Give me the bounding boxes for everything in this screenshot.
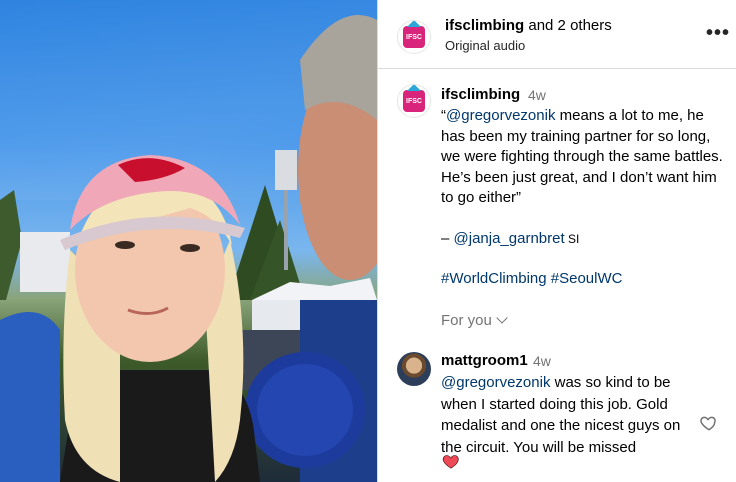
header-author: ifsclimbing and 2 others — [445, 17, 612, 34]
red-heart-icon — [442, 455, 459, 469]
header-collaborators[interactable]: and 2 others — [528, 17, 611, 34]
comment-time[interactable]: 4w — [533, 353, 551, 369]
mention-link[interactable]: @janja_garnbret — [454, 230, 565, 247]
caption-hashtags: #WorldClimbing #SeoulWC — [441, 269, 731, 290]
ifsc-logo-icon: IFSC — [403, 85, 425, 112]
for-you-label: For you — [441, 312, 492, 329]
caption-credit: – @janja_garnbret SI — [441, 229, 731, 250]
hashtag-link[interactable]: #SeoulWC — [551, 270, 623, 287]
mention-link[interactable]: @gregorvezonik — [446, 107, 555, 124]
reel-video[interactable] — [0, 0, 377, 482]
caption-time[interactable]: 4w — [528, 87, 546, 103]
dash: – — [441, 229, 454, 247]
more-horizontal-icon[interactable]: ••• — [706, 22, 730, 45]
chevron-down-icon — [496, 312, 508, 324]
for-you-dropdown[interactable]: For you — [441, 312, 508, 329]
post-header: IFSC ifsclimbing and 2 others Original a… — [378, 0, 736, 69]
caption-text: “@gregorvezonik means a lot to me, he ha… — [441, 106, 731, 290]
post-panel: IFSC ifsclimbing and 2 others Original a… — [378, 0, 736, 482]
like-heart-icon[interactable] — [700, 414, 718, 432]
comment-text: @gregorvezonik was so kind to be when I … — [441, 372, 699, 458]
audio-label[interactable]: Original audio — [445, 38, 525, 53]
hashtag-link[interactable]: #WorldClimbing — [441, 270, 547, 287]
caption-quote: “@gregorvezonik means a lot to me, he ha… — [441, 106, 731, 209]
ifsc-logo-icon: IFSC — [403, 21, 425, 48]
caption-username[interactable]: ifsclimbing — [441, 86, 520, 103]
video-scene — [0, 15, 377, 482]
header-username[interactable]: ifsclimbing — [445, 17, 524, 34]
flag-label: SI — [564, 231, 580, 246]
commenter-avatar[interactable] — [397, 352, 431, 386]
ifsc-avatar[interactable]: IFSC — [397, 20, 431, 54]
caption-avatar[interactable]: IFSC — [397, 84, 431, 118]
mention-link[interactable]: @gregorvezonik — [441, 374, 550, 391]
comment-username[interactable]: mattgroom1 — [441, 352, 528, 369]
